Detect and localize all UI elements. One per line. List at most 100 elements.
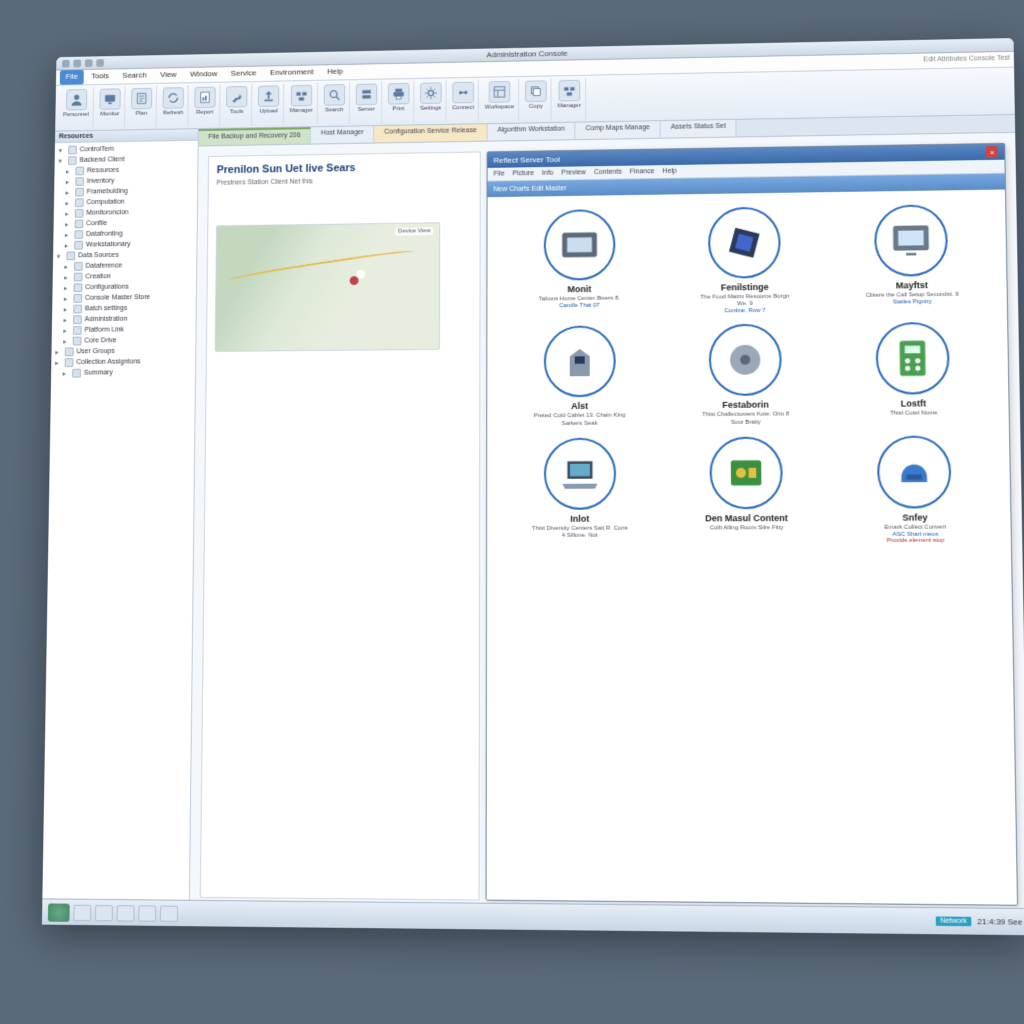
document-tab[interactable]: Host Manager: [311, 126, 374, 144]
expand-icon[interactable]: ▸: [64, 295, 71, 302]
expand-icon[interactable]: ▸: [66, 168, 73, 175]
menu-help[interactable]: Help: [321, 65, 349, 80]
ribbon-upload[interactable]: Upload: [254, 83, 284, 125]
child-menu-item[interactable]: Preview: [561, 169, 586, 176]
ribbon-label: Workspace: [485, 104, 514, 110]
expand-icon[interactable]: ▸: [64, 263, 71, 270]
expand-icon[interactable]: ▸: [63, 316, 70, 323]
document-tab[interactable]: Algorithm Workstation: [488, 123, 576, 141]
tree-node-label: ControlTem: [80, 146, 114, 153]
launcher-item[interactable]: Den Masul Content Colb Alling Room Silre…: [670, 436, 822, 544]
launcher-item[interactable]: Lostft Thist Cutel Nome: [837, 322, 991, 426]
ribbon-user[interactable]: Personnel: [59, 87, 94, 129]
menu-view[interactable]: View: [154, 68, 182, 83]
ribbon-refresh[interactable]: Refresh: [159, 85, 189, 127]
launcher-title: Festaborin: [722, 400, 769, 410]
document-tab[interactable]: File Backup and Recovery 206: [199, 127, 312, 145]
folder-icon: [68, 146, 77, 155]
expand-icon[interactable]: ▸: [63, 338, 70, 345]
close-icon[interactable]: ×: [986, 146, 998, 158]
launcher-link[interactable]: Stailes Pigntry: [893, 299, 932, 305]
child-toolbar-label[interactable]: New Charts Edit Master: [493, 185, 566, 193]
ribbon-label: Settings: [420, 106, 441, 112]
expand-icon[interactable]: ▸: [64, 306, 71, 313]
task-icon[interactable]: [95, 904, 113, 920]
expand-icon[interactable]: ▸: [65, 242, 72, 249]
ribbon-search[interactable]: Search: [319, 82, 349, 124]
child-menu-item[interactable]: Help: [662, 168, 676, 175]
folder-icon: [74, 283, 83, 292]
launcher-item[interactable]: Fenilstinge The Food Matrix Resource Bor…: [669, 206, 820, 315]
task-icon[interactable]: [160, 905, 178, 921]
menu-window[interactable]: Window: [184, 67, 223, 82]
expand-icon[interactable]: ▸: [66, 189, 73, 196]
expand-icon[interactable]: ▸: [65, 231, 72, 238]
ribbon-gear[interactable]: Settings: [416, 80, 446, 122]
expand-icon[interactable]: ▸: [55, 349, 62, 356]
ribbon-connect[interactable]: Connect: [448, 80, 479, 122]
ribbon-copy[interactable]: Copy: [521, 78, 552, 120]
expand-icon[interactable]: ▸: [64, 274, 71, 281]
child-menu-item[interactable]: Finance: [630, 168, 655, 175]
tree-view: ▾ ControlTem ▾ Backend Client ▸ Resource…: [51, 141, 198, 381]
expand-icon[interactable]: ▸: [64, 284, 71, 291]
child-menu-item[interactable]: Contents: [594, 169, 622, 176]
ribbon-report[interactable]: Report: [190, 85, 220, 127]
tree-node-label: Dataference: [85, 262, 122, 269]
ribbon-server[interactable]: Server: [351, 82, 381, 124]
launcher-item[interactable]: Snfey Emark Collect Convert ASC Shart me…: [838, 435, 993, 544]
menu-environment[interactable]: Environment: [264, 65, 319, 80]
folder-icon: [75, 177, 84, 186]
tree-node[interactable]: ▸ Summary: [53, 367, 193, 379]
menu-search[interactable]: Search: [117, 69, 153, 84]
launcher-link-alt[interactable]: Provide element stop: [886, 538, 944, 544]
launcher-link[interactable]: Candle That 07: [559, 303, 600, 309]
start-button[interactable]: [48, 903, 70, 921]
collapse-icon[interactable]: ▾: [57, 253, 64, 260]
content-area: File Backup and Recovery 206Host Manager…: [190, 115, 1024, 916]
launcher-item[interactable]: Inlot Thist Diversity Centers Sait R. Co…: [505, 437, 655, 545]
child-menu-item[interactable]: Info: [542, 170, 554, 177]
document-tab[interactable]: Configuration Service Release: [374, 124, 487, 142]
expand-icon[interactable]: ▸: [55, 359, 62, 366]
expand-icon[interactable]: ▸: [65, 199, 72, 206]
expand-icon[interactable]: ▸: [65, 221, 72, 228]
ribbon-print[interactable]: Print: [384, 81, 414, 123]
task-icon[interactable]: [73, 904, 91, 920]
ribbon-plan[interactable]: Plan: [127, 86, 157, 128]
tray-network[interactable]: Network: [936, 916, 971, 926]
launcher-item[interactable]: Alst Preted Cold Cablet 13. Chain King S…: [505, 325, 654, 428]
task-icon[interactable]: [138, 905, 156, 921]
refresh-icon: [163, 87, 184, 108]
expand-icon[interactable]: ▸: [65, 210, 72, 217]
task-icon[interactable]: [117, 905, 135, 921]
expand-icon[interactable]: ▸: [63, 327, 70, 334]
menu-file[interactable]: File: [60, 70, 84, 85]
launcher-desc: Thist Cutel Nome: [890, 411, 937, 419]
expand-icon[interactable]: ▸: [66, 178, 73, 185]
collapse-icon[interactable]: ▾: [58, 157, 65, 164]
ribbon-wrench[interactable]: Tools: [222, 84, 252, 126]
tree-node-label: Monitoroncion: [86, 209, 128, 216]
launcher-item[interactable]: Festaborin Thist Challecsovers Kote: Ori…: [670, 324, 821, 427]
ribbon-monitor[interactable]: Monitor: [95, 86, 125, 128]
launcher-item[interactable]: Mayftst Clisere the Call Setup Secondst.…: [835, 204, 988, 314]
sidebar: Resources ▾ ControlTem ▾ Backend Client …: [42, 129, 199, 908]
document-tab[interactable]: Assets Status Set: [661, 120, 737, 138]
map-widget[interactable]: Device View: [215, 222, 441, 352]
overview-page: Prenilon Sun Uet live Sears Prestners St…: [200, 151, 481, 900]
ribbon-label: Personnel: [63, 112, 89, 118]
launcher-link[interactable]: Contine. Row 7: [724, 308, 765, 314]
ribbon-manager[interactable]: Manager: [286, 83, 318, 125]
ribbon-workspace[interactable]: Workspace: [481, 79, 519, 121]
child-menu-item[interactable]: Picture: [512, 170, 534, 177]
document-tab[interactable]: Comp Maps Manage: [576, 121, 661, 139]
launcher-item[interactable]: Monit Tabons Home Center Bivers 8. Candl…: [505, 208, 654, 317]
expand-icon[interactable]: ▸: [63, 370, 70, 377]
menu-service[interactable]: Service: [225, 66, 262, 81]
collapse-icon[interactable]: ▾: [59, 147, 66, 154]
tray-clock: 21:4:39 See: [977, 917, 1022, 927]
menu-tools[interactable]: Tools: [85, 69, 114, 84]
ribbon-manager[interactable]: Manager: [554, 78, 586, 120]
child-menu-item[interactable]: File: [493, 171, 504, 178]
